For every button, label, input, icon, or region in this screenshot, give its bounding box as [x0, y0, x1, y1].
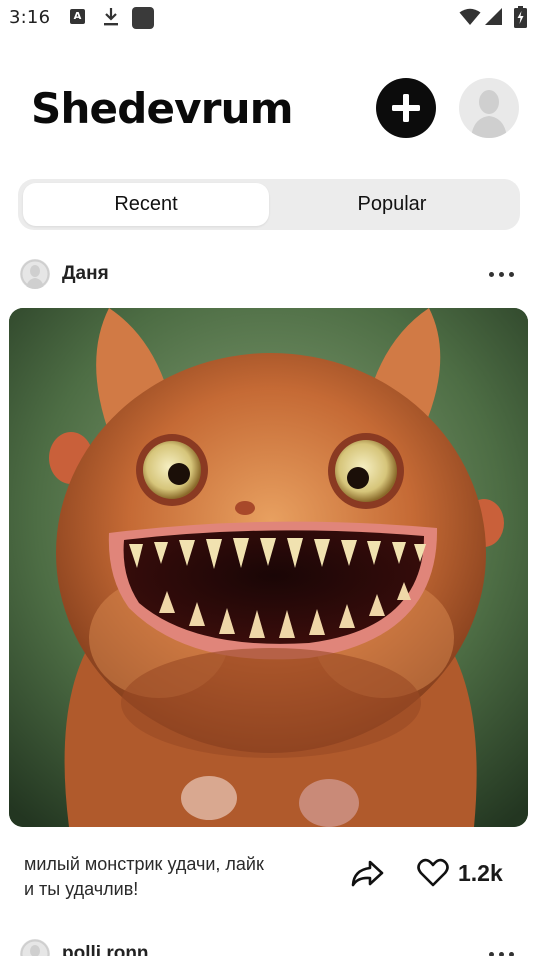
status-time: 3:16 [9, 7, 51, 28]
like-count: 1.2k [458, 860, 503, 886]
signal-icon [485, 8, 502, 25]
more-dot [499, 952, 504, 956]
app-square-icon [132, 7, 154, 29]
battery-charging-icon [514, 6, 527, 28]
post-caption: милый монстрик удачи, лайк и ты удачлив! [24, 852, 334, 902]
wifi-icon [459, 8, 481, 25]
more-dot [499, 272, 504, 277]
text-badge-icon: A [70, 9, 85, 24]
author-name: polli.ronn [62, 943, 149, 956]
tab-popular[interactable]: Popular [269, 183, 515, 226]
author-avatar [20, 939, 50, 956]
user-avatar-icon [471, 90, 507, 138]
more-dot [509, 272, 514, 277]
post-image[interactable] [9, 308, 528, 827]
more-options-button[interactable] [487, 266, 517, 282]
author-name: Даня [62, 263, 109, 284]
caption-line: и ты удачлив! [24, 879, 139, 899]
caption-line: милый монстрик удачи, лайк [24, 854, 264, 874]
feed-tabs: Recent Popular [18, 179, 520, 230]
app-title: Shedevrum [31, 84, 294, 133]
more-dot [489, 272, 494, 277]
monster-image [9, 308, 528, 827]
more-dot [509, 952, 514, 956]
status-bar: 3:16 A [0, 0, 537, 38]
tab-recent[interactable]: Recent [23, 183, 269, 226]
heart-icon[interactable] [416, 858, 450, 888]
download-icon [104, 8, 118, 26]
user-avatar-icon [20, 259, 50, 289]
user-avatar-icon [20, 939, 50, 956]
author-avatar [20, 259, 50, 289]
profile-avatar-button[interactable] [459, 78, 519, 138]
add-button[interactable] [376, 78, 436, 138]
more-dot [489, 952, 494, 956]
share-icon[interactable] [350, 858, 384, 888]
more-options-button[interactable] [487, 946, 517, 956]
plus-icon [392, 94, 420, 122]
